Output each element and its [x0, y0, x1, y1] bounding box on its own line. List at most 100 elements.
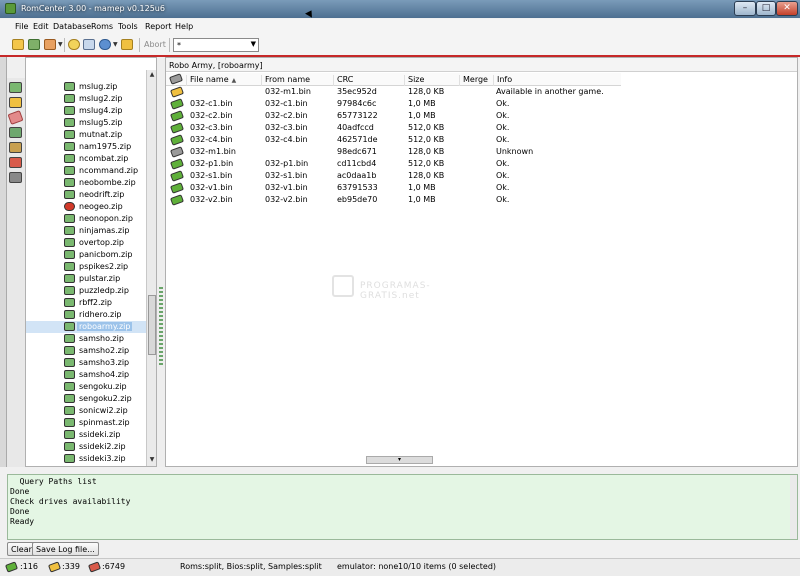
- log-scrollbar[interactable]: [790, 475, 797, 539]
- menu-roms[interactable]: Roms: [91, 22, 113, 31]
- abort-button[interactable]: Abort: [144, 40, 166, 49]
- horizontal-scrollbar[interactable]: ▾: [366, 456, 433, 464]
- table-row[interactable]: 032-m1.bin 35ec952d 128,0 KB Available in a…: [166, 86, 621, 98]
- view-zip-green-icon[interactable]: [9, 127, 22, 138]
- save-log-button[interactable]: Save Log file...: [32, 542, 99, 556]
- tree-scrollbar[interactable]: ▲ ▼: [146, 70, 156, 466]
- tree-item[interactable]: samsho3.zip: [26, 357, 156, 369]
- tree-item[interactable]: nam1975.zip: [26, 141, 156, 153]
- view-zip-yellow-icon[interactable]: [9, 142, 22, 153]
- table-row[interactable]: 032-v1.bin 032-v1.bin 63791533 1,0 MB Ok.: [166, 182, 621, 194]
- log-pane[interactable]: Query Paths list Done Check drives avail…: [7, 474, 798, 540]
- cell-from: 032-v1.bin: [265, 183, 308, 192]
- maximize-button[interactable]: □: [756, 1, 776, 16]
- scroll-thumb[interactable]: [148, 295, 156, 355]
- pane-splitter[interactable]: [157, 57, 165, 467]
- table-row[interactable]: 032-c2.bin 032-c2.bin 65773122 1,0 MB Ok.: [166, 110, 621, 122]
- tree-item[interactable]: ridhero.zip: [26, 309, 156, 321]
- table-row[interactable]: 032-c4.bin 032-c4.bin 462571de 512,0 KB Ok.: [166, 134, 621, 146]
- tree-item[interactable]: neogeo.zip: [26, 201, 156, 213]
- database-icon[interactable]: [28, 39, 40, 50]
- tree-item-label: pulstar.zip: [79, 274, 121, 283]
- zip-icon: [64, 418, 75, 427]
- tree-item[interactable]: neobombe.zip: [26, 177, 156, 189]
- view-zip-red-icon[interactable]: [9, 157, 22, 168]
- table-row[interactable]: 032-p1.bin 032-p1.bin cd11cbd4 512,0 KB Ok.: [166, 158, 621, 170]
- table-row[interactable]: 032-m1.bin 98edc671 128,0 KB Unknown: [166, 146, 621, 158]
- table-row[interactable]: 032-v2.bin 032-v2.bin eb95de70 1,0 MB Ok.: [166, 194, 621, 206]
- bad-count-icon: [87, 561, 102, 573]
- log-line: Done: [10, 507, 30, 516]
- view-yellow-icon[interactable]: [9, 97, 22, 108]
- tree-item[interactable]: neonopon.zip: [26, 213, 156, 225]
- col-merge[interactable]: Merge: [459, 75, 493, 86]
- minimize-button[interactable]: –: [734, 1, 756, 16]
- tree-item[interactable]: panicbom.zip: [26, 249, 156, 261]
- cell-from: 032-c4.bin: [265, 135, 308, 144]
- cell-info: Ok.: [496, 135, 510, 144]
- tree-item[interactable]: ssideki3.zip: [26, 453, 156, 465]
- chevron-down-icon[interactable]: ▼: [113, 41, 118, 48]
- tree-item[interactable]: ssideki.zip: [26, 429, 156, 441]
- cell-size: 128,0 KB: [408, 87, 445, 96]
- close-button[interactable]: ✕: [776, 1, 798, 16]
- tree-item[interactable]: mslug4.zip: [26, 105, 156, 117]
- tree-item[interactable]: roboarmy.zip: [26, 321, 156, 333]
- refresh-icon[interactable]: [68, 39, 80, 50]
- col-file-name[interactable]: File name ▲: [186, 75, 261, 86]
- log-line: Done: [10, 487, 30, 496]
- table-row[interactable]: 032-c1.bin 032-c1.bin 97984c6c 1,0 MB Ok.: [166, 98, 621, 110]
- tree-item[interactable]: sengoku.zip: [26, 381, 156, 393]
- tree-item[interactable]: mslug5.zip: [26, 117, 156, 129]
- splitter-grip[interactable]: [159, 287, 163, 367]
- tree-item[interactable]: puzzledp.zip: [26, 285, 156, 297]
- rom-tree[interactable]: mslug.zip mslug2.zip mslug4.zip mslug5.zip m…: [25, 57, 157, 467]
- menu-database[interactable]: Database: [53, 22, 91, 31]
- tree-item[interactable]: ssideki2.zip: [26, 441, 156, 453]
- col-size[interactable]: Size: [404, 75, 459, 86]
- menu-report[interactable]: Report: [145, 22, 172, 31]
- tree-item[interactable]: mutnat.zip: [26, 129, 156, 141]
- table-row[interactable]: 032-s1.bin 032-s1.bin ac0daa1b 128,0 KB Ok.: [166, 170, 621, 182]
- tree-item[interactable]: samsho4.zip: [26, 369, 156, 381]
- tree-item[interactable]: sonicwi2.zip: [26, 405, 156, 417]
- menu-help[interactable]: Help: [175, 22, 193, 31]
- tree-item[interactable]: spinmast.zip: [26, 417, 156, 429]
- tree-item[interactable]: ncombat.zip: [26, 153, 156, 165]
- tree-item[interactable]: samsho2.zip: [26, 345, 156, 357]
- tree-item[interactable]: neodrift.zip: [26, 189, 156, 201]
- report-icon[interactable]: [83, 39, 95, 50]
- tree-item[interactable]: mslug.zip: [26, 81, 156, 93]
- tree-item[interactable]: overtop.zip: [26, 237, 156, 249]
- tree-item[interactable]: pulstar.zip: [26, 273, 156, 285]
- chevron-down-icon[interactable]: ▼: [251, 40, 256, 48]
- tree-item[interactable]: sengoku2.zip: [26, 393, 156, 405]
- view-green-icon[interactable]: [9, 82, 22, 93]
- menu-file[interactable]: File: [15, 22, 28, 31]
- tree-item[interactable]: ncommand.zip: [26, 165, 156, 177]
- fix-icon[interactable]: [121, 39, 133, 50]
- tree-item[interactable]: rbff2.zip: [26, 297, 156, 309]
- tree-item[interactable]: mslug2.zip: [26, 93, 156, 105]
- open-folder-icon[interactable]: [12, 39, 24, 50]
- table-row[interactable]: 032-c3.bin 032-c3.bin 40adfccd 512,0 KB Ok.: [166, 122, 621, 134]
- tree-item[interactable]: pspikes2.zip: [26, 261, 156, 273]
- view-red-icon[interactable]: [7, 110, 24, 125]
- tree-item[interactable]: samsho.zip: [26, 333, 156, 345]
- col-crc[interactable]: CRC: [333, 75, 404, 86]
- tree-item[interactable]: ninjamas.zip: [26, 225, 156, 237]
- scroll-down-icon[interactable]: ▼: [148, 456, 156, 463]
- chevron-down-icon[interactable]: ▼: [58, 41, 63, 48]
- title-bar[interactable]: RomCenter 3.00 - mamep v0.125u6 – □ ✕: [0, 0, 800, 18]
- status-column-header[interactable]: [166, 73, 186, 86]
- scan-icon[interactable]: [44, 39, 56, 50]
- menu-edit[interactable]: Edit: [33, 22, 49, 31]
- globe-icon[interactable]: [99, 39, 111, 50]
- filter-combo[interactable]: * ▼: [173, 38, 259, 52]
- cell-file: 032-m1.bin: [190, 147, 236, 156]
- menu-tools[interactable]: Tools: [118, 22, 138, 31]
- view-zip-gray-icon[interactable]: [9, 172, 22, 183]
- col-info[interactable]: Info: [493, 75, 621, 86]
- scroll-up-icon[interactable]: ▲: [148, 71, 156, 78]
- col-from-name[interactable]: From name: [261, 75, 333, 86]
